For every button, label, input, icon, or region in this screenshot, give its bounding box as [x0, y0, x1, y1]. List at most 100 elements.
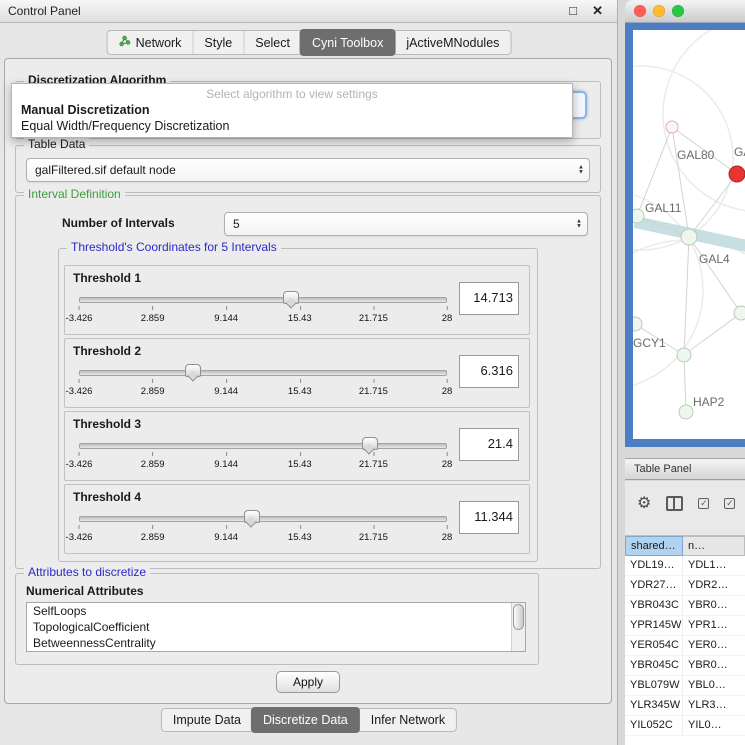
table-cell[interactable]: YLR3… — [683, 696, 745, 715]
network-node[interactable] — [681, 229, 697, 245]
columns-icon[interactable] — [666, 496, 683, 511]
tab-jactivemodules[interactable]: jActiveMNodules — [394, 31, 510, 54]
network-node[interactable] — [729, 166, 745, 182]
tab-cyni-toolbox[interactable]: Cyni Toolbox — [300, 29, 395, 56]
dropdown-option-equal-width-frequency[interactable]: Equal Width/Frequency Discretization — [12, 118, 572, 134]
checkbox-icon[interactable]: ✓ — [698, 498, 709, 509]
network-edge[interactable] — [689, 174, 737, 237]
table-row[interactable]: YLR345WYLR3… — [625, 696, 745, 716]
slider-track[interactable] — [79, 297, 447, 303]
table-row[interactable]: YBL079WYBL0… — [625, 676, 745, 696]
table-cell[interactable]: YBR0… — [683, 656, 745, 675]
slider-thumb[interactable] — [244, 510, 260, 523]
slider-thumb[interactable] — [283, 291, 299, 304]
table-cell[interactable]: YPR145W — [625, 616, 683, 635]
table-cell[interactable]: YBR043C — [625, 596, 683, 615]
tick-label: 28 — [442, 313, 453, 324]
threshold-1-slider[interactable] — [79, 290, 447, 308]
slider-thumb[interactable] — [185, 364, 201, 377]
table-row[interactable]: YER054CYER0… — [625, 636, 745, 656]
table-cell[interactable]: YPR1… — [683, 616, 745, 635]
tick-label: 2.859 — [141, 313, 165, 324]
tab-impute-data[interactable]: Impute Data — [162, 709, 252, 731]
table-cell[interactable]: YBR045C — [625, 656, 683, 675]
table-cell[interactable]: YBL0… — [683, 676, 745, 695]
table-cell[interactable]: YBR0… — [683, 596, 745, 615]
table-cell[interactable]: YER054C — [625, 636, 683, 655]
threshold-2-slider[interactable] — [79, 363, 447, 381]
float-window-icon[interactable]: □ — [569, 3, 577, 18]
table-data-combobox[interactable]: galFiltered.sif default node ▲▼ — [26, 158, 590, 182]
network-node[interactable] — [677, 348, 691, 362]
slider-track[interactable] — [79, 443, 447, 449]
close-window-icon[interactable]: ✕ — [592, 3, 603, 19]
column-header-shared-name[interactable]: shared… — [625, 536, 683, 556]
network-node[interactable] — [734, 306, 745, 320]
tab-select[interactable]: Select — [243, 31, 301, 54]
list-item[interactable]: SelfLoops — [27, 603, 525, 619]
table-cell[interactable]: YIL052C — [625, 716, 683, 735]
number-of-intervals-label: Number of Intervals — [62, 216, 175, 230]
tab-style[interactable]: Style — [192, 31, 243, 54]
zoom-traffic-light-icon[interactable] — [672, 5, 684, 17]
table-toolbar: ⚙ ✓ ✓ — [637, 493, 735, 513]
table-cell[interactable]: YLR345W — [625, 696, 683, 715]
table-cell[interactable]: YDL19… — [625, 556, 683, 575]
list-item[interactable]: TopologicalCoefficient — [27, 619, 525, 635]
network-canvas[interactable]: GAL80GAGAL11GAL4GCY1HAP2 — [633, 30, 745, 439]
list-scrollbar[interactable] — [511, 603, 525, 651]
number-of-intervals-combobox[interactable]: 5 ▲▼ — [224, 212, 588, 236]
apply-button[interactable]: Apply — [276, 671, 340, 693]
network-edge[interactable] — [684, 355, 686, 412]
table-cell[interactable]: YER0… — [683, 636, 745, 655]
threshold-2-value-field[interactable]: 6.316 — [459, 355, 519, 388]
threshold-3-box: Threshold 3 -3.426 2.859 9.144 15.43 21.… — [64, 411, 530, 481]
threshold-2-box: Threshold 2 -3.426 2.859 9.144 15.43 21.… — [64, 338, 530, 408]
network-node[interactable] — [633, 209, 644, 223]
threshold-4-slider[interactable] — [79, 509, 447, 527]
slider-track[interactable] — [79, 370, 447, 376]
tab-network[interactable]: Network — [108, 31, 193, 54]
network-canvas-svg[interactable]: GAL80GAGAL11GAL4GCY1HAP2 — [633, 30, 745, 439]
gear-icon[interactable]: ⚙ — [637, 493, 651, 513]
network-node[interactable] — [679, 405, 693, 419]
threshold-4-value-field[interactable]: 11.344 — [459, 501, 519, 534]
threshold-3-slider[interactable] — [79, 436, 447, 454]
table-cell[interactable]: YIL0… — [683, 716, 745, 735]
tick-label: -3.426 — [66, 532, 93, 543]
table-cell[interactable]: YDR27… — [625, 576, 683, 595]
list-item[interactable]: BetweennessCentrality — [27, 635, 525, 651]
table-row[interactable]: YDR27…YDR2… — [625, 576, 745, 596]
numerical-attributes-list[interactable]: SelfLoops TopologicalCoefficient Between… — [26, 602, 526, 652]
table-row[interactable]: YIL052CYIL0… — [625, 716, 745, 736]
network-window-titlebar — [625, 0, 745, 23]
scrollbar-thumb[interactable] — [513, 604, 524, 630]
threshold-1-value-field[interactable]: 14.713 — [459, 282, 519, 315]
table-cell[interactable]: YDR2… — [683, 576, 745, 595]
close-traffic-light-icon[interactable] — [634, 5, 646, 17]
tab-discretize-data[interactable]: Discretize Data — [251, 707, 360, 733]
slider-thumb[interactable] — [362, 437, 378, 450]
threshold-1-box: Threshold 1 -3.426 2.859 9.144 15.43 21.… — [64, 265, 530, 335]
table-row[interactable]: YPR145WYPR1… — [625, 616, 745, 636]
table-row[interactable]: YDL19…YDL1… — [625, 556, 745, 576]
table-row[interactable]: YBR045CYBR0… — [625, 656, 745, 676]
table-cell[interactable]: YBL079W — [625, 676, 683, 695]
slider-track[interactable] — [79, 516, 447, 522]
network-node-label: HAP2 — [693, 395, 725, 409]
dropdown-option-manual-discretization[interactable]: Manual Discretization — [12, 102, 572, 118]
table-cell[interactable]: YDL1… — [683, 556, 745, 575]
interval-definition-group-title: Interval Definition — [24, 187, 125, 201]
tab-style-label: Style — [204, 36, 232, 50]
network-node[interactable] — [633, 317, 642, 331]
network-edge[interactable] — [684, 237, 689, 355]
table-row[interactable]: YBR043CYBR0… — [625, 596, 745, 616]
minimize-traffic-light-icon[interactable] — [653, 5, 665, 17]
network-node[interactable] — [666, 121, 678, 133]
tab-infer-network-label: Infer Network — [371, 713, 445, 727]
checkbox-icon[interactable]: ✓ — [724, 498, 735, 509]
tab-infer-network[interactable]: Infer Network — [359, 709, 456, 731]
column-header-name[interactable]: n… — [683, 536, 745, 556]
threshold-3-value-field[interactable]: 21.4 — [459, 428, 519, 461]
tick-label: 15.43 — [288, 386, 312, 397]
